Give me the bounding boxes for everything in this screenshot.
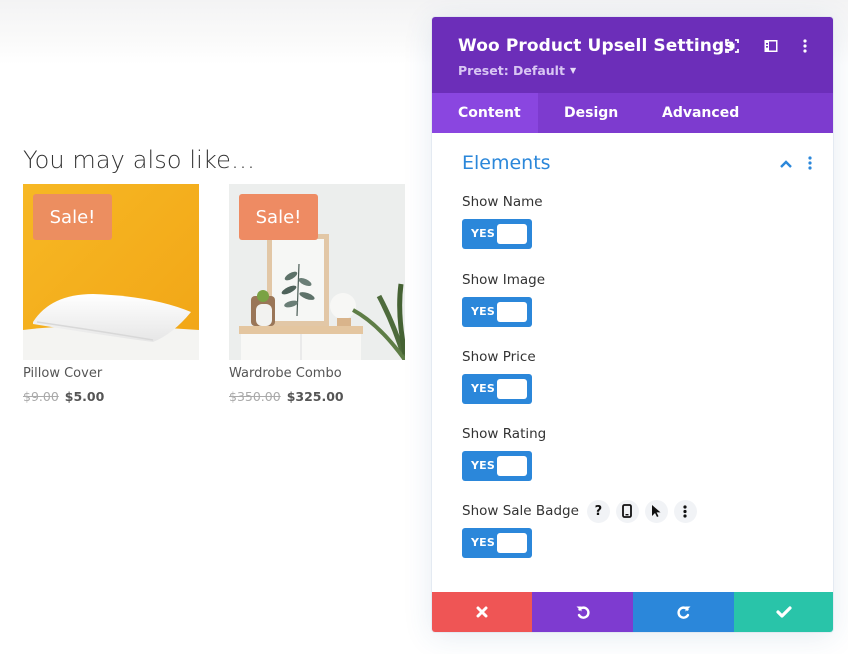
product-card[interactable]: Sale! Wardrobe Combo $350.00 $325.00: [229, 184, 405, 404]
field-show-price: Show Price YES: [462, 347, 536, 404]
show-sale-badge-toggle[interactable]: YES: [462, 528, 532, 558]
sale-price: $5.00: [64, 389, 105, 404]
close-icon: [476, 606, 488, 618]
sale-badge: Sale!: [33, 194, 112, 240]
redo-icon: [676, 606, 690, 619]
toggle-group-title[interactable]: Elements: [462, 152, 551, 174]
show-rating-toggle[interactable]: YES: [462, 451, 532, 481]
field-show-name: Show Name YES: [462, 192, 543, 249]
show-image-toggle[interactable]: YES: [462, 297, 532, 327]
expand-icon[interactable]: [723, 37, 741, 55]
preset-label: Preset: Default: [458, 63, 565, 78]
product-price: $9.00 $5.00: [23, 389, 199, 404]
redo-button[interactable]: [633, 592, 734, 632]
field-label: Show Rating: [462, 426, 547, 442]
product-name[interactable]: Wardrobe Combo: [229, 366, 405, 381]
product-card[interactable]: Sale! Pillow Cover $9.00 $5.00: [23, 184, 199, 404]
more-options-icon[interactable]: [796, 37, 814, 55]
sale-price: $325.00: [286, 389, 344, 404]
field-label: Show Name: [462, 194, 543, 210]
hover-cursor-icon[interactable]: [644, 499, 668, 523]
sale-badge: Sale!: [239, 194, 318, 240]
toggle-state-label: YES: [471, 382, 496, 395]
toggle-knob[interactable]: [497, 224, 527, 244]
field-label-row: Show Sale Badge ?: [462, 499, 697, 523]
chevron-up-icon[interactable]: [778, 156, 794, 170]
regular-price: $350.00: [229, 389, 281, 404]
group-more-options-icon[interactable]: [805, 155, 815, 171]
regular-price: $9.00: [23, 389, 59, 404]
modal-title: Woo Product Upsell Settings: [458, 36, 735, 56]
responsive-phone-icon[interactable]: [615, 499, 639, 523]
field-label: Show Price: [462, 349, 536, 365]
sidebar-layout-icon[interactable]: [762, 37, 780, 55]
help-icon[interactable]: ?: [586, 499, 610, 523]
field-show-sale-badge: Show Sale Badge ? YES: [462, 499, 697, 558]
modal-footer: [432, 592, 833, 632]
toggle-knob[interactable]: [497, 379, 527, 399]
module-settings-modal: Woo Product Upsell Settings Preset: Defa…: [432, 17, 833, 632]
preset-dropdown[interactable]: Preset: Default ▼: [458, 63, 576, 78]
check-icon: [775, 606, 792, 618]
tab-content[interactable]: Content: [432, 93, 538, 133]
save-button[interactable]: [734, 592, 833, 632]
product-image[interactable]: Sale!: [23, 184, 199, 360]
caret-down-icon: ▼: [569, 66, 577, 75]
field-show-rating: Show Rating YES: [462, 424, 546, 481]
settings-body: Elements Show Name YES Show Image YES Sh…: [432, 133, 833, 592]
more-options-icon[interactable]: [673, 499, 697, 523]
field-tools: ?: [586, 499, 697, 523]
field-label: Show Image: [462, 272, 545, 288]
show-price-toggle[interactable]: YES: [462, 374, 532, 404]
undo-button[interactable]: [532, 592, 633, 632]
toggle-state-label: YES: [471, 459, 496, 472]
upsell-section-title: You may also like…: [23, 146, 256, 174]
field-show-image: Show Image YES: [462, 270, 545, 327]
tab-design[interactable]: Design: [538, 93, 636, 133]
undo-icon: [576, 606, 590, 619]
toggle-state-label: YES: [471, 227, 496, 240]
product-price: $350.00 $325.00: [229, 389, 405, 404]
settings-tabs: Content Design Advanced: [432, 93, 833, 133]
toggle-knob[interactable]: [497, 456, 527, 476]
toggle-knob[interactable]: [497, 533, 527, 553]
product-name[interactable]: Pillow Cover: [23, 366, 199, 381]
modal-header[interactable]: Woo Product Upsell Settings Preset: Defa…: [432, 17, 833, 93]
discard-button[interactable]: [432, 592, 532, 632]
toggle-state-label: YES: [471, 305, 496, 318]
toggle-state-label: YES: [471, 536, 496, 549]
product-image[interactable]: Sale!: [229, 184, 405, 360]
tab-advanced[interactable]: Advanced: [636, 93, 765, 133]
show-name-toggle[interactable]: YES: [462, 219, 532, 249]
field-label: Show Sale Badge: [462, 503, 579, 519]
toggle-knob[interactable]: [497, 302, 527, 322]
